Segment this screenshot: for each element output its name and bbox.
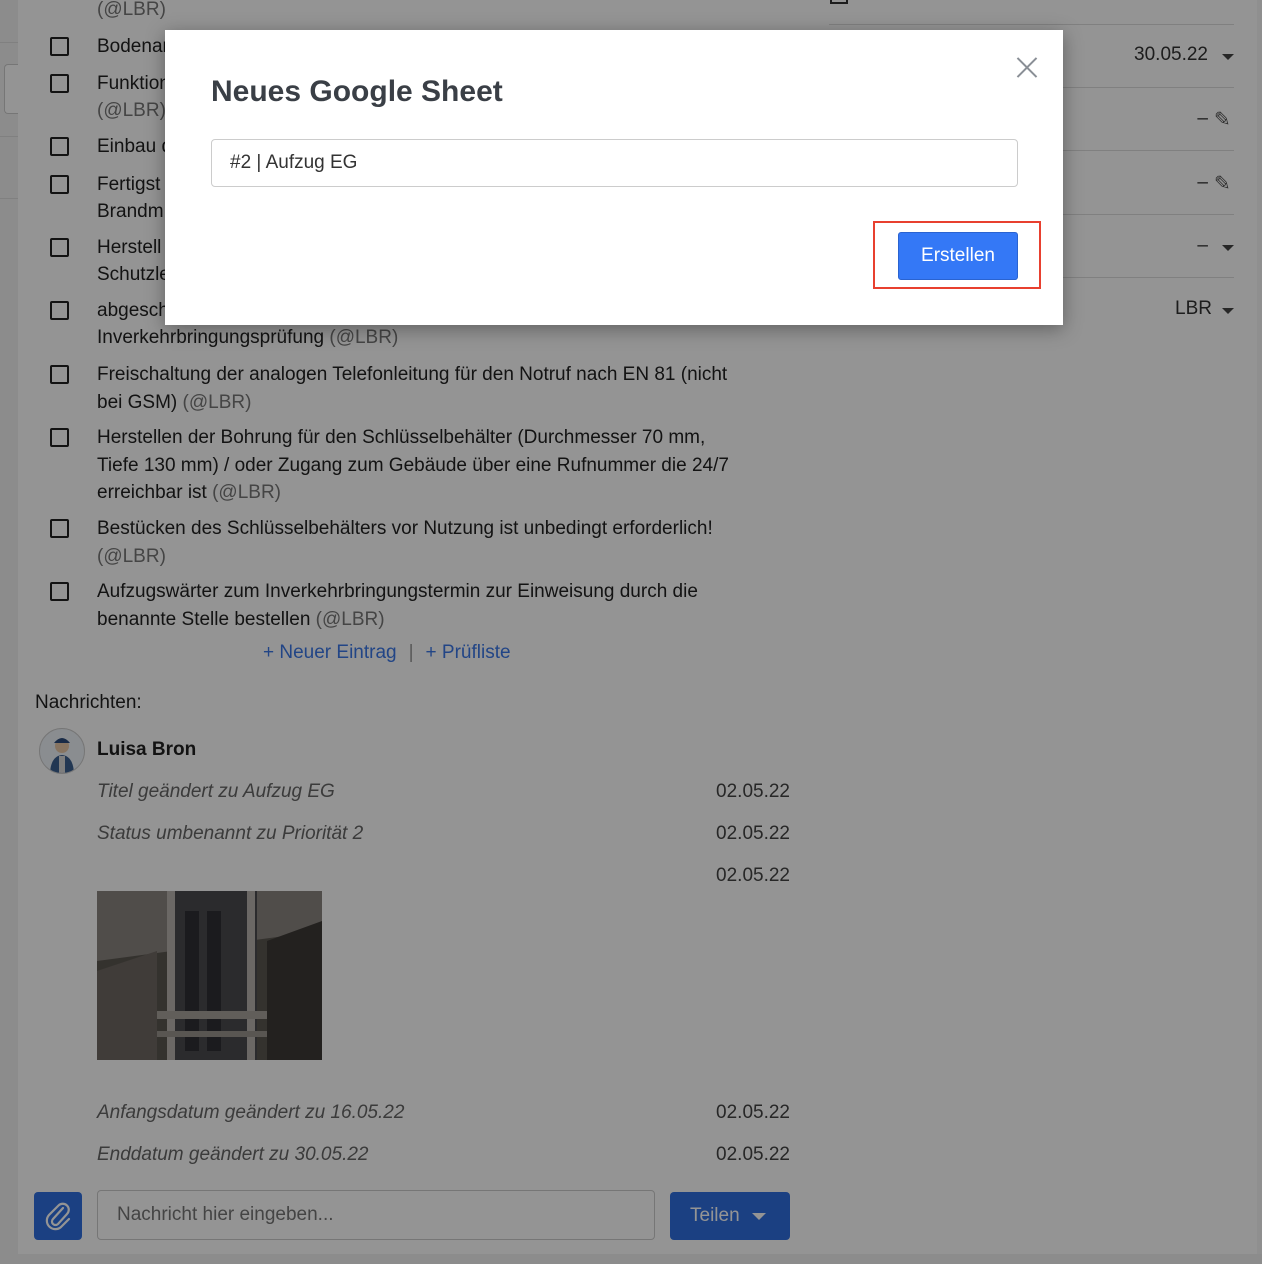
create-button[interactable]: Erstellen — [898, 232, 1018, 280]
close-icon[interactable] — [1016, 56, 1038, 78]
new-google-sheet-dialog: Neues Google Sheet Erstellen — [165, 30, 1063, 325]
sheet-name-input[interactable] — [211, 139, 1018, 187]
dialog-title: Neues Google Sheet — [211, 75, 503, 108]
